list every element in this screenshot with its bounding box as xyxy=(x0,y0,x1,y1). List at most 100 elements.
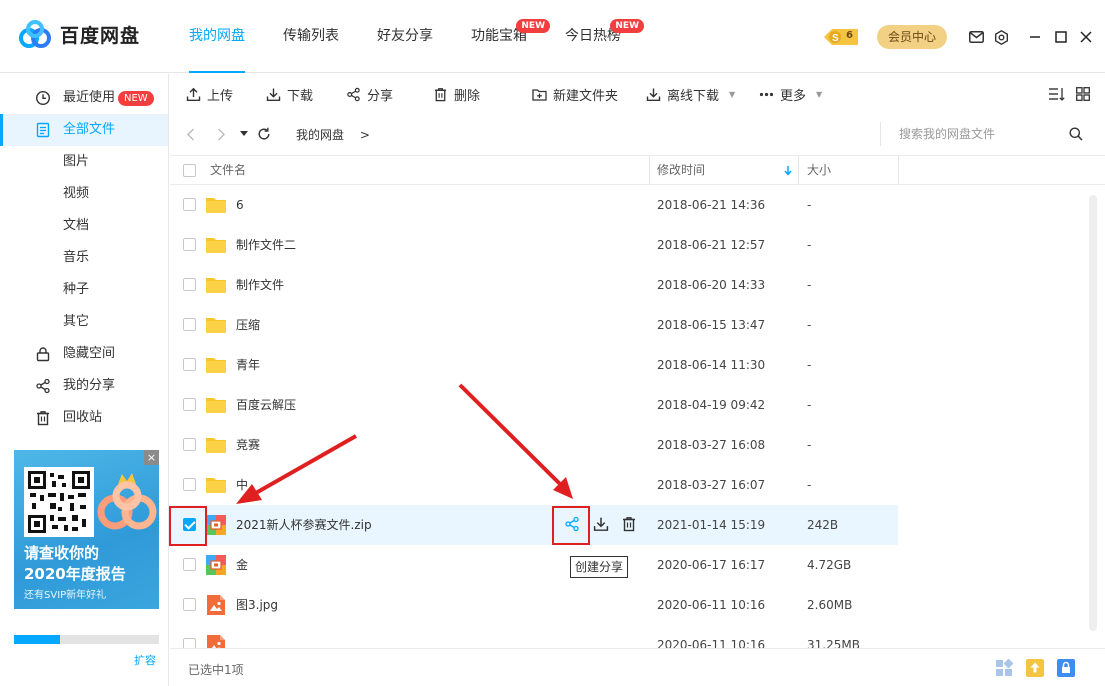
tab-my-disk[interactable]: 我的网盘 xyxy=(170,0,264,73)
row-checkbox[interactable] xyxy=(183,478,196,491)
sidebar-item-recent[interactable]: 最近使用 NEW xyxy=(0,82,168,114)
search-input[interactable] xyxy=(899,125,1069,143)
tab-toolbox[interactable]: 功能宝箱 NEW xyxy=(452,0,550,73)
upload-status-icon[interactable] xyxy=(1026,659,1044,677)
sidebar-item-videos[interactable]: 视频 xyxy=(0,178,168,210)
row-checkbox[interactable] xyxy=(183,438,196,451)
sidebar-item-docs[interactable]: 文档 xyxy=(0,210,168,242)
refresh-icon[interactable] xyxy=(257,127,271,141)
file-row[interactable]: 2021新人杯参赛文件.zip 2021-01-14 15:19 242B xyxy=(170,505,898,545)
row-checkbox[interactable] xyxy=(183,598,196,611)
ad-close-icon[interactable]: × xyxy=(144,450,159,465)
tab-friend-share[interactable]: 好友分享 xyxy=(358,0,452,73)
forward-icon[interactable] xyxy=(216,128,226,141)
annual-report-ad[interactable]: × 请查收你的 2020年度报告 还有SVIP新年好礼 xyxy=(14,450,159,609)
file-row[interactable]: 中 2018-03-27 16:07 - xyxy=(170,465,898,505)
row-checkbox[interactable] xyxy=(183,638,196,648)
row-checkbox[interactable] xyxy=(183,278,196,291)
row-checkbox[interactable] xyxy=(183,198,196,211)
file-size: - xyxy=(807,238,812,252)
coin-badge[interactable]: S 6 xyxy=(822,27,860,47)
coin-icon: S xyxy=(824,29,858,45)
file-name[interactable]: 制作文件二 xyxy=(236,237,296,253)
upload-icon xyxy=(186,87,201,101)
row-checkbox[interactable] xyxy=(183,358,196,371)
sidebar-item-hidden-space[interactable]: 隐藏空间 xyxy=(0,338,168,370)
row-checkbox[interactable] xyxy=(183,558,196,571)
history-dropdown-icon[interactable] xyxy=(240,131,248,137)
sort-icon[interactable] xyxy=(1048,86,1065,102)
file-row[interactable]: 6 2018-06-21 14:36 - xyxy=(170,185,898,225)
scrollbar[interactable] xyxy=(1089,195,1097,631)
file-name[interactable]: 2021新人杯参赛文件.zip xyxy=(236,517,372,533)
tab-transfer-list[interactable]: 传输列表 xyxy=(264,0,358,73)
app-logo: 百度网盘 xyxy=(18,20,140,48)
sort-desc-icon[interactable] xyxy=(784,166,792,176)
offline-download-button[interactable]: 离线下载 ▼ xyxy=(646,86,735,104)
row-download-icon[interactable] xyxy=(593,516,609,532)
lock-icon[interactable] xyxy=(1057,659,1075,677)
file-row[interactable]: 制作文件二 2018-06-21 12:57 - xyxy=(170,225,898,265)
file-row[interactable]: 制作文件 2018-06-20 14:33 - xyxy=(170,265,898,305)
col-size-header[interactable]: 大小 xyxy=(807,156,831,185)
file-name[interactable]: 制作文件 xyxy=(236,277,284,293)
folder-icon xyxy=(206,478,226,493)
file-row[interactable]: 图3.jpg 2020-06-11 10:16 2.60MB xyxy=(170,585,898,625)
row-checkbox[interactable] xyxy=(183,238,196,251)
search-icon[interactable] xyxy=(1069,127,1083,141)
sidebar-item-others[interactable]: 其它 xyxy=(0,306,168,338)
row-delete-icon[interactable] xyxy=(621,516,637,532)
offline-download-label: 离线下载 xyxy=(667,88,720,104)
path-bar: 我的网盘 > xyxy=(170,114,1105,155)
more-button[interactable]: 更多 ▼ xyxy=(759,86,822,104)
trash-icon xyxy=(434,87,447,101)
file-name[interactable]: 中 xyxy=(236,477,248,493)
file-name[interactable]: 青年 xyxy=(236,357,260,373)
sidebar-item-images[interactable]: 图片 xyxy=(0,146,168,178)
settings-icon[interactable] xyxy=(993,29,1009,45)
new-folder-button[interactable]: 新建文件夹 xyxy=(532,86,618,104)
share-button[interactable]: 分享 xyxy=(346,86,393,104)
file-name[interactable]: 金 xyxy=(236,557,248,573)
file-name[interactable]: 百度云解压 xyxy=(236,397,296,413)
new-badge: NEW xyxy=(610,19,644,33)
col-time-header[interactable]: 修改时间 xyxy=(657,156,705,185)
sidebar-item-torrents[interactable]: 种子 xyxy=(0,274,168,306)
select-all-checkbox[interactable] xyxy=(183,164,196,177)
file-row[interactable]: 金 2020-06-17 16:17 4.72GB xyxy=(170,545,898,585)
file-row[interactable]: 竞赛 2018-03-27 16:08 - xyxy=(170,425,898,465)
breadcrumb-my-disk[interactable]: 我的网盘 xyxy=(296,128,344,142)
delete-button[interactable]: 删除 xyxy=(433,86,480,104)
sidebar-item-my-shares[interactable]: 我的分享 xyxy=(0,370,168,402)
file-name[interactable]: 压缩 xyxy=(236,317,260,333)
file-row[interactable]: 青年 2018-06-14 11:30 - xyxy=(170,345,898,385)
column-divider xyxy=(898,156,899,185)
close-icon[interactable] xyxy=(1078,29,1094,45)
file-name[interactable]: 图3.jpg xyxy=(236,597,278,613)
upload-button[interactable]: 上传 xyxy=(186,86,233,104)
minimize-icon[interactable] xyxy=(1027,29,1043,45)
sidebar-item-recycle-bin[interactable]: 回收站 xyxy=(0,402,168,434)
download-button[interactable]: 下载 xyxy=(266,86,313,104)
sidebar-item-all-files[interactable]: 全部文件 xyxy=(0,114,168,146)
file-name[interactable]: 竞赛 xyxy=(236,437,260,453)
back-icon[interactable] xyxy=(186,128,196,141)
apps-icon[interactable] xyxy=(995,659,1013,677)
baidu-cloud-logo-icon xyxy=(19,20,51,48)
expand-storage-link[interactable]: 扩容 xyxy=(134,652,156,668)
vip-center-button[interactable]: 会员中心 xyxy=(877,25,947,49)
col-name-header[interactable]: 文件名 xyxy=(210,156,246,185)
file-name[interactable]: 6 xyxy=(236,197,244,213)
grid-view-icon[interactable] xyxy=(1076,86,1090,102)
mail-icon[interactable] xyxy=(968,29,984,45)
row-checkbox[interactable] xyxy=(183,398,196,411)
row-checkbox[interactable] xyxy=(183,318,196,331)
lock-icon xyxy=(36,347,50,362)
maximize-icon[interactable] xyxy=(1053,29,1069,45)
sidebar-item-music[interactable]: 音乐 xyxy=(0,242,168,274)
file-row[interactable]: 百度云解压 2018-04-19 09:42 - xyxy=(170,385,898,425)
file-row[interactable]: 压缩 2018-06-15 13:47 - xyxy=(170,305,898,345)
file-row[interactable]: 2020-06-11 10:16 31.25MB xyxy=(170,625,898,648)
tab-hot-list[interactable]: 今日热榜 NEW xyxy=(546,0,644,73)
column-divider xyxy=(798,156,799,185)
